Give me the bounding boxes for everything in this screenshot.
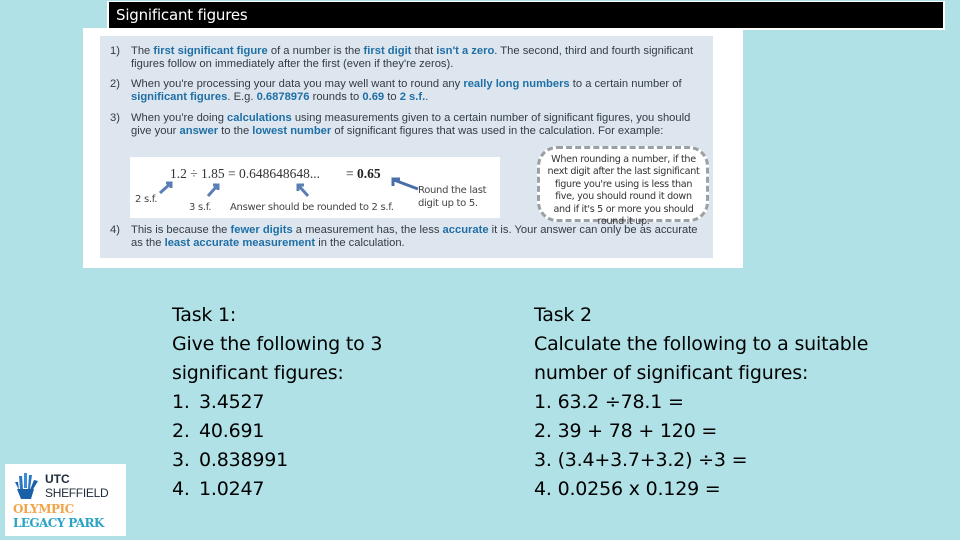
text-run: This is because the <box>131 224 231 236</box>
point-1: 1) The first significant figure of a num… <box>110 45 710 71</box>
arrow-icon <box>158 181 173 195</box>
point-number: 4) <box>110 224 120 236</box>
keyword-highlight: really long numbers <box>463 78 570 90</box>
logo-utc-text: UTC <box>45 472 70 486</box>
answer-value: 0.65 <box>357 166 381 181</box>
task-instruction: significant figures: <box>172 362 344 384</box>
point-body: The first significant figure of a number… <box>131 45 710 71</box>
keyword-highlight: answer <box>179 125 219 137</box>
example-equation: 1.2 ÷ 1.85 = 0.648648648... <box>170 166 321 181</box>
point-body: When you're processing your data you may… <box>131 78 710 104</box>
task-1: Task 1: Give the following to 3 signific… <box>172 301 452 504</box>
keyword-highlight: calculations <box>227 112 292 124</box>
point-number: 2) <box>110 78 120 90</box>
keyword-highlight: lowest number <box>252 125 332 137</box>
keyword-highlight: 0.6878976 <box>256 91 310 103</box>
hand-logo-icon <box>15 473 38 499</box>
task-item: 2. 39 + 78 + 120 = <box>534 420 718 442</box>
text-run: When you're doing <box>131 112 228 124</box>
text-run: to <box>384 91 400 103</box>
item-number: 4. <box>172 478 190 500</box>
text-run: of significant figures that was used in … <box>331 125 664 137</box>
keyword-highlight: isn't a zero <box>436 45 495 57</box>
task-item: 3. (3.4+3.7+3.2) ÷3 = <box>534 449 748 471</box>
item-number: 2. <box>172 420 190 442</box>
item-value: 40.691 <box>199 420 265 442</box>
keyword-highlight: 2 s.f. <box>399 91 426 103</box>
text-run: in the calculation. <box>315 237 405 249</box>
callout-text: When rounding a number, if the next digi… <box>547 154 700 228</box>
item-number: 3. <box>172 449 190 471</box>
task-heading: Task 1: <box>172 304 237 326</box>
item-value: 1.0247 <box>199 478 265 500</box>
keyword-highlight: least accurate measurement <box>164 237 316 249</box>
note-answer: Answer should be rounded to 2 s.f. <box>230 202 394 213</box>
task-item: 3. 0.838991 <box>172 446 452 475</box>
slide-title: Significant figures <box>109 2 943 28</box>
worked-example: 1.2 ÷ 1.85 = 0.648648648... = 0.65 2 s.f… <box>130 157 500 218</box>
task-item: 1. 3.4527 <box>172 388 452 417</box>
item-number: 1. <box>172 391 190 413</box>
text-run: of a number is the <box>267 45 364 57</box>
task-item: 4. 0.0256 x 0.129 = <box>534 478 721 500</box>
textbook-excerpt: 1) The first significant figure of a num… <box>83 28 743 268</box>
logo-olympic-text: OLYMPIC <box>13 502 74 516</box>
point-2: 2) When you're processing your data you … <box>110 78 710 104</box>
utc-sheffield-logo: UTC SHEFFIELD OLYMPIC LEGACY PARK <box>5 464 126 536</box>
item-value: 3.4527 <box>199 391 265 413</box>
slide-title-bar: Significant figures <box>107 1 945 30</box>
note-round-line: Round the last <box>418 185 487 196</box>
task-2: Task 2 Calculate the following to a suit… <box>534 301 924 504</box>
text-run: rounds to <box>309 91 363 103</box>
point-body: When you're doing calculations using mea… <box>131 112 710 138</box>
keyword-highlight: first significant figure <box>153 45 268 57</box>
logo-sheffield-text: SHEFFIELD <box>45 486 109 500</box>
example-answer: = 0.65 <box>346 166 381 181</box>
text-run: . <box>425 91 429 103</box>
answer-prefix: = <box>346 166 357 181</box>
text-run: . E.g. <box>227 91 257 103</box>
arrow-icon <box>296 183 310 197</box>
text-run: The <box>131 45 154 57</box>
arrow-icon <box>206 183 220 197</box>
task-instruction: number of significant figures: <box>534 362 809 384</box>
keyword-highlight: accurate <box>442 224 489 236</box>
keyword-highlight: first digit <box>363 45 412 57</box>
keyword-highlight: 0.69 <box>362 91 385 103</box>
point-3: 3) When you're doing calculations using … <box>110 112 710 138</box>
keyword-highlight: fewer digits <box>230 224 293 236</box>
point-number: 1) <box>110 45 120 57</box>
note-2sf: 2 s.f. <box>135 194 158 205</box>
note-3sf: 3 s.f. <box>189 202 212 213</box>
task-item: 1. 63.2 ÷78.1 = <box>534 391 684 413</box>
rounding-tip-callout: When rounding a number, if the next digi… <box>537 146 709 227</box>
text-run: to the <box>218 125 253 137</box>
task-instruction: Calculate the following to a suitable <box>534 333 869 355</box>
logo-legacy-text: LEGACY PARK <box>13 516 104 530</box>
task-item: 4. 1.0247 <box>172 475 452 504</box>
keyword-highlight: significant figures <box>131 91 228 103</box>
item-value: 0.838991 <box>199 449 289 471</box>
arrow-icon <box>391 177 419 191</box>
task-item: 2. 40.691 <box>172 417 452 446</box>
task-instruction: Give the following to 3 <box>172 333 383 355</box>
point-number: 3) <box>110 112 120 124</box>
note-round: Round the last digit up to 5. <box>418 184 487 210</box>
text-run: that <box>411 45 437 57</box>
task-heading: Task 2 <box>534 304 592 326</box>
text-run: When you're processing your data you may… <box>131 78 464 90</box>
text-run: to a certain number of <box>569 78 682 90</box>
point-body: This is because the fewer digits a measu… <box>131 224 710 250</box>
textbook-content: 1) The first significant figure of a num… <box>100 36 713 258</box>
point-4: 4) This is because the fewer digits a me… <box>110 224 710 250</box>
note-round-line: digit up to 5. <box>418 198 478 209</box>
text-run: a measurement has, the less <box>292 224 443 236</box>
